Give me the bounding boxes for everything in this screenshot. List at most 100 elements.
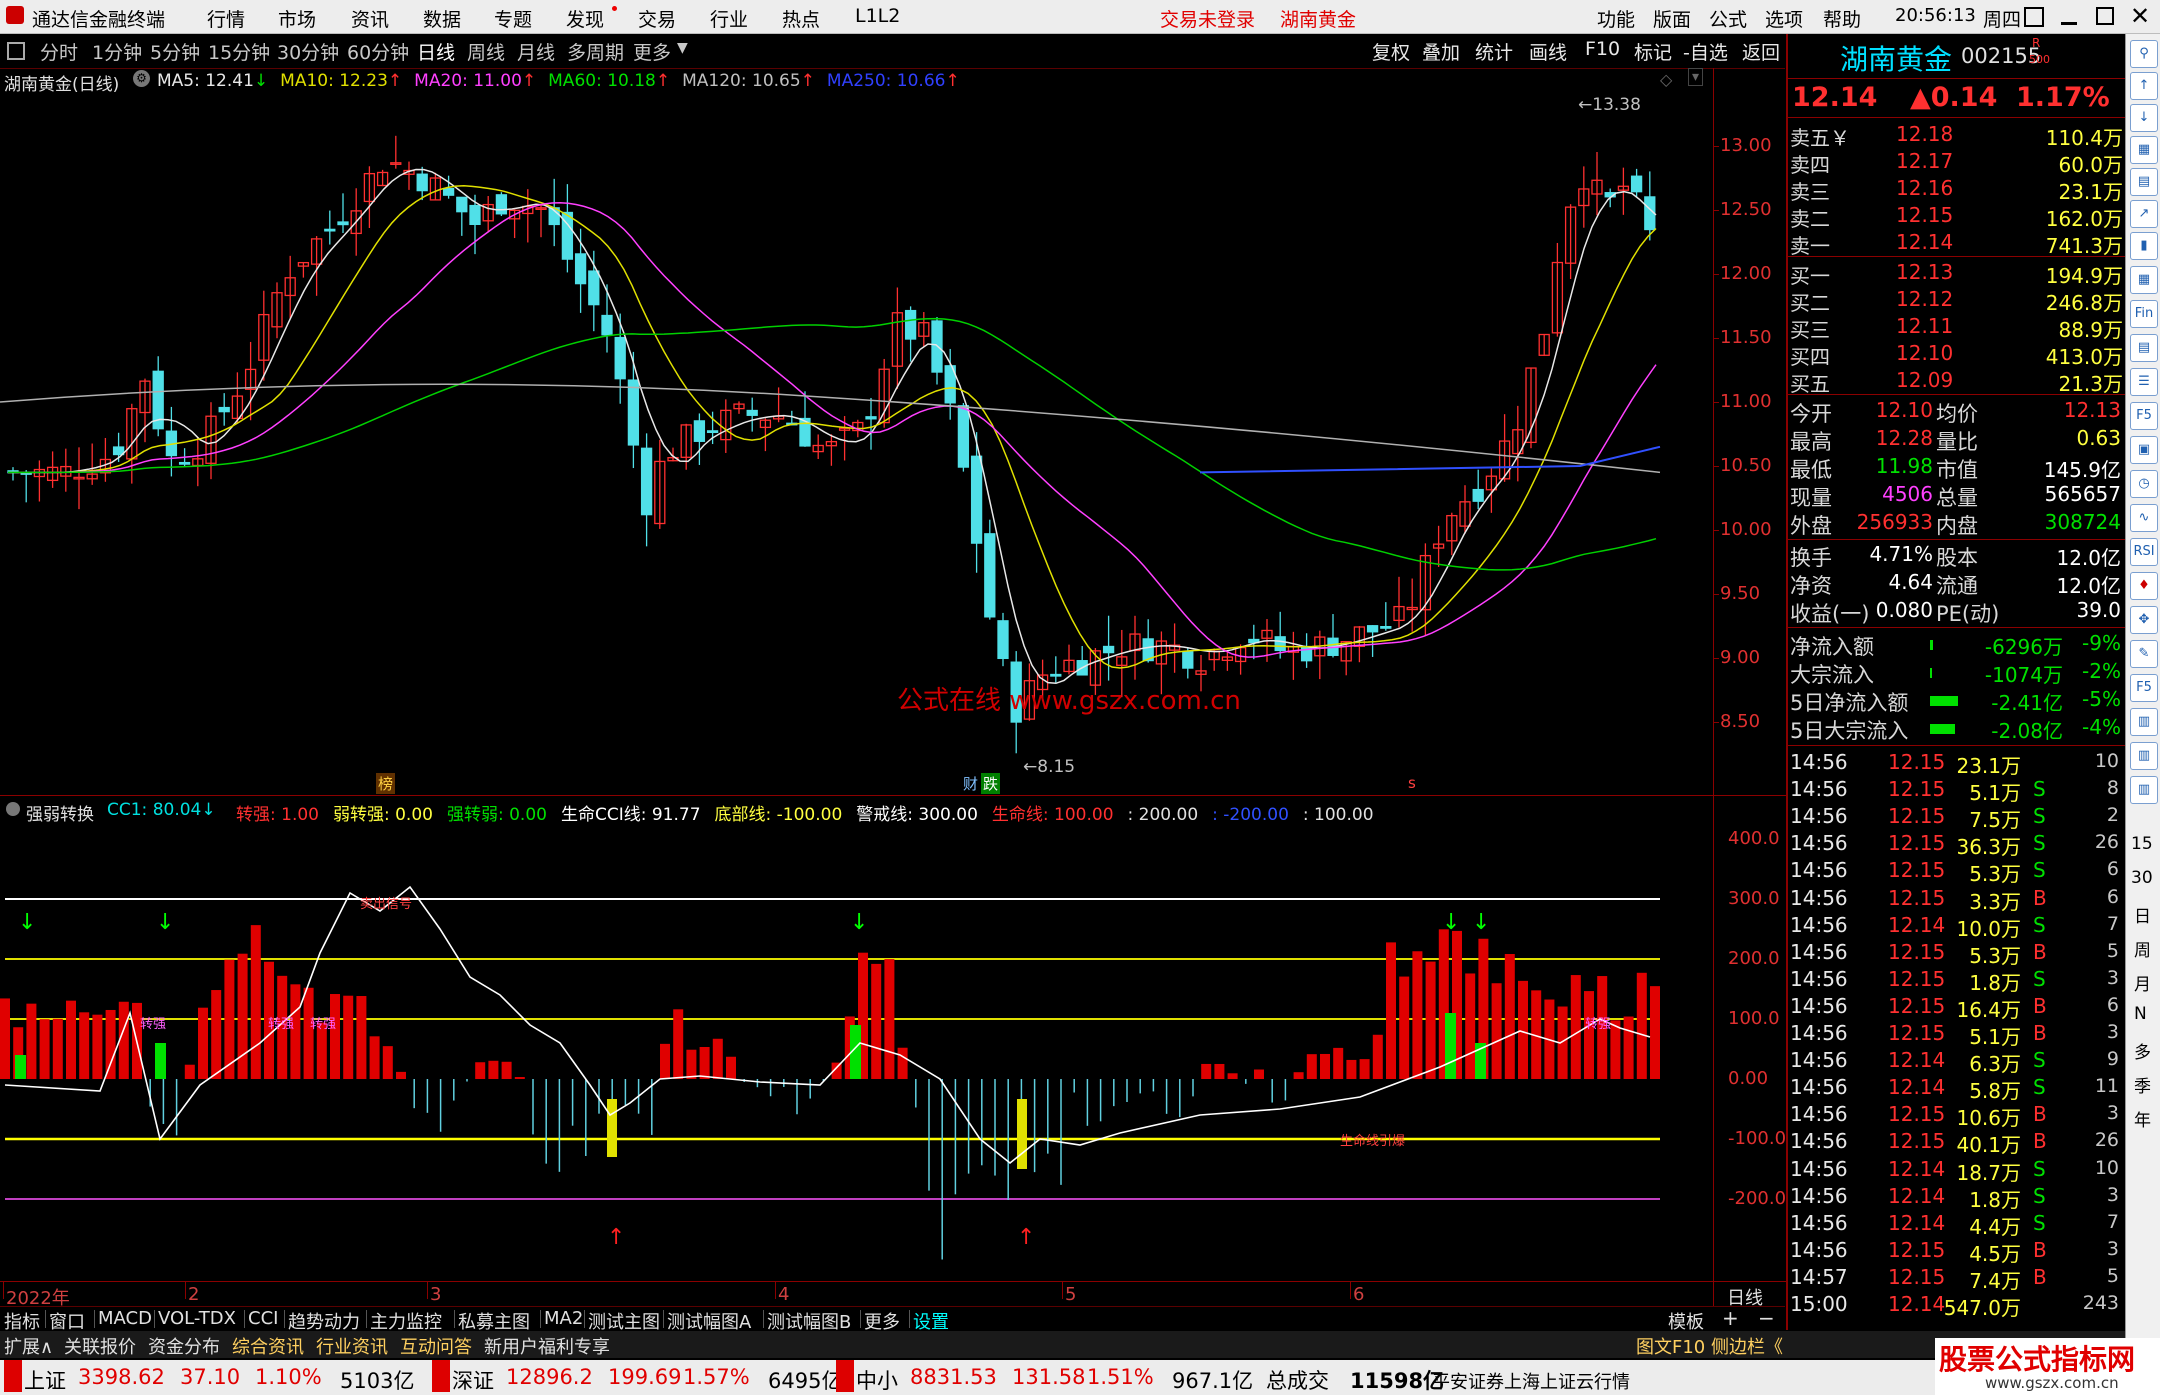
dropdown-icon[interactable]: ▾ xyxy=(1688,68,1704,86)
tool-tongji[interactable]: 统计 xyxy=(1475,38,1513,65)
m1-icon[interactable]: ▥ xyxy=(2130,742,2158,770)
period-60min[interactable]: 60分钟 xyxy=(347,38,409,65)
period-weekly[interactable]: 周线 xyxy=(467,38,505,65)
menu-gongneng[interactable]: 功能 xyxy=(1597,5,1635,32)
period-daily[interactable]: 日线 xyxy=(417,38,455,65)
extension-tab[interactable]: 扩展∧ xyxy=(4,1333,53,1359)
side-panel-toggle[interactable]: 图文F10 侧边栏《 xyxy=(1636,1333,1783,1359)
period-multi[interactable]: 多周期 xyxy=(567,38,624,65)
bid-price[interactable]: 12.13 xyxy=(1896,260,1953,284)
s-tag[interactable]: s xyxy=(1408,774,1416,792)
indicator-chart[interactable]: ↓ ↓ ↓ ↓ ↓ ↑ ↑ 卖出信号生命线引爆 转强 转强 转强 转强 xyxy=(0,822,1785,1280)
maximize-icon[interactable] xyxy=(2096,7,2114,25)
indicator-tab[interactable]: CCI xyxy=(248,1308,278,1329)
menu-banmian[interactable]: 版面 xyxy=(1653,5,1691,32)
side-period-1[interactable]: 30 xyxy=(2131,868,2153,888)
tool-diejia[interactable]: 叠加 xyxy=(1422,38,1460,65)
clock-icon[interactable]: ◷ xyxy=(2130,470,2158,498)
close-icon[interactable]: ✕ xyxy=(2130,2,2150,30)
restore-layout-icon[interactable] xyxy=(2024,7,2044,27)
menu-gongshi[interactable]: 公式 xyxy=(1709,5,1747,32)
menu-hangye[interactable]: 行业 xyxy=(710,5,748,32)
bid-price[interactable]: 12.12 xyxy=(1896,287,1953,311)
menu-redian[interactable]: 热点 xyxy=(782,5,820,32)
period-15min[interactable]: 15分钟 xyxy=(208,38,270,65)
menu-l1l2[interactable]: L1L2 xyxy=(855,5,900,27)
extension-tab[interactable]: 新用户福利专享 xyxy=(484,1333,610,1359)
side-period-8[interactable]: 年 xyxy=(2134,1106,2151,1131)
tool-biaoji[interactable]: 标记 xyxy=(1634,38,1672,65)
rsi-icon[interactable]: RSI xyxy=(2130,538,2158,566)
tool-fanhui[interactable]: 返回 xyxy=(1742,38,1780,65)
bid-price[interactable]: 12.10 xyxy=(1896,341,1953,365)
extension-tab[interactable]: 关联报价 xyxy=(64,1333,136,1359)
bid-price[interactable]: 12.11 xyxy=(1896,314,1953,338)
extension-tab[interactable]: 互动问答 xyxy=(400,1333,472,1359)
add-icon[interactable]: + xyxy=(1722,1306,1739,1330)
pin-icon[interactable]: ⚲ xyxy=(2130,40,2158,68)
move-icon[interactable]: ✥ xyxy=(2130,606,2158,634)
bid-price[interactable]: 12.09 xyxy=(1896,368,1953,392)
candlestick-chart[interactable] xyxy=(0,92,1785,794)
period-5min[interactable]: 5分钟 xyxy=(150,38,200,65)
period-fenshi[interactable]: 分时 xyxy=(40,38,78,65)
extension-tab[interactable]: 综合资讯 xyxy=(232,1333,304,1359)
indicator-settings-icon[interactable] xyxy=(6,802,20,816)
index-name[interactable]: 上证 xyxy=(24,1365,66,1395)
m5-icon[interactable]: ▥ xyxy=(2130,708,2158,736)
period-monthly[interactable]: 月线 xyxy=(517,38,555,65)
tool-zixuan[interactable]: -自选 xyxy=(1683,38,1728,65)
menu-shichang[interactable]: 市场 xyxy=(278,5,316,32)
side-period-2[interactable]: 日 xyxy=(2134,902,2151,927)
menu-xuanxiang[interactable]: 选项 xyxy=(1765,5,1803,32)
index-name[interactable]: 中小 xyxy=(856,1365,898,1395)
menu-zixun[interactable]: 资讯 xyxy=(351,5,389,32)
arrow-down-icon[interactable]: ↓ xyxy=(2130,104,2158,132)
menu-zhuanti[interactable]: 专题 xyxy=(494,5,532,32)
menu-bangzhu[interactable]: 帮助 xyxy=(1823,5,1861,32)
pencil-icon[interactable]: ✎ xyxy=(2130,640,2158,668)
table-icon[interactable]: ▤ xyxy=(2130,334,2158,362)
trade-login-status[interactable]: 交易未登录 xyxy=(1160,5,1255,32)
list-icon[interactable]: ☰ xyxy=(2130,368,2158,396)
side-period-7[interactable]: 季 xyxy=(2134,1072,2151,1097)
indicator-tab[interactable]: MA2 xyxy=(544,1308,583,1329)
extension-tab[interactable]: 行业资讯 xyxy=(316,1333,388,1359)
minimize-icon[interactable] xyxy=(2061,22,2077,25)
fin-icon[interactable]: Fin xyxy=(2130,300,2158,328)
diamond-icon[interactable]: ◇ xyxy=(1660,70,1672,89)
chevron-down-icon[interactable]: ▼ xyxy=(677,40,688,56)
period-1min[interactable]: 1分钟 xyxy=(92,38,142,65)
ask-price[interactable]: 12.18 xyxy=(1896,122,1953,146)
f5-icon[interactable]: F5 xyxy=(2130,402,2158,430)
tool-fuquan[interactable]: 复权 xyxy=(1372,38,1410,65)
m2-icon[interactable]: ▥ xyxy=(2130,776,2158,804)
bang-tag[interactable]: 榜 xyxy=(376,773,396,794)
side-period-3[interactable]: 周 xyxy=(2134,936,2151,961)
ask-price[interactable]: 12.17 xyxy=(1896,149,1953,173)
grid-icon[interactable]: ▦ xyxy=(2130,266,2158,294)
toolbar-toggle-icon[interactable] xyxy=(7,42,25,60)
ask-price[interactable]: 12.16 xyxy=(1896,176,1953,200)
side-period-5[interactable]: N xyxy=(2134,1004,2147,1024)
candle-icon[interactable]: ▮ xyxy=(2130,232,2158,260)
ask-price[interactable]: 12.14 xyxy=(1896,230,1953,254)
menu-faxian[interactable]: 发现 xyxy=(566,5,604,32)
side-period-4[interactable]: 月 xyxy=(2134,970,2151,995)
index-name[interactable]: 深证 xyxy=(452,1365,494,1395)
menu-shuju[interactable]: 数据 xyxy=(423,5,461,32)
tool-f10[interactable]: F10 xyxy=(1585,38,1620,60)
side-period-0[interactable]: 15 xyxy=(2131,834,2153,854)
ask-price[interactable]: 12.15 xyxy=(1896,203,1953,227)
menu-hangqing[interactable]: 行情 xyxy=(207,5,245,32)
f5b-icon[interactable]: F5 xyxy=(2130,674,2158,702)
alert-icon[interactable]: ♦ xyxy=(2130,572,2158,600)
die-tag[interactable]: 跌 xyxy=(981,773,1001,794)
macd-icon[interactable]: ∿ xyxy=(2130,504,2158,532)
arrow-up-icon[interactable]: ↑ xyxy=(2130,72,2158,100)
tool-huaxian[interactable]: 画线 xyxy=(1529,38,1567,65)
extension-tab[interactable]: 资金分布 xyxy=(148,1333,220,1359)
bookmark-icon[interactable]: ▦ xyxy=(2130,136,2158,164)
remove-icon[interactable]: − xyxy=(1758,1306,1775,1330)
side-period-6[interactable]: 多 xyxy=(2134,1038,2151,1063)
